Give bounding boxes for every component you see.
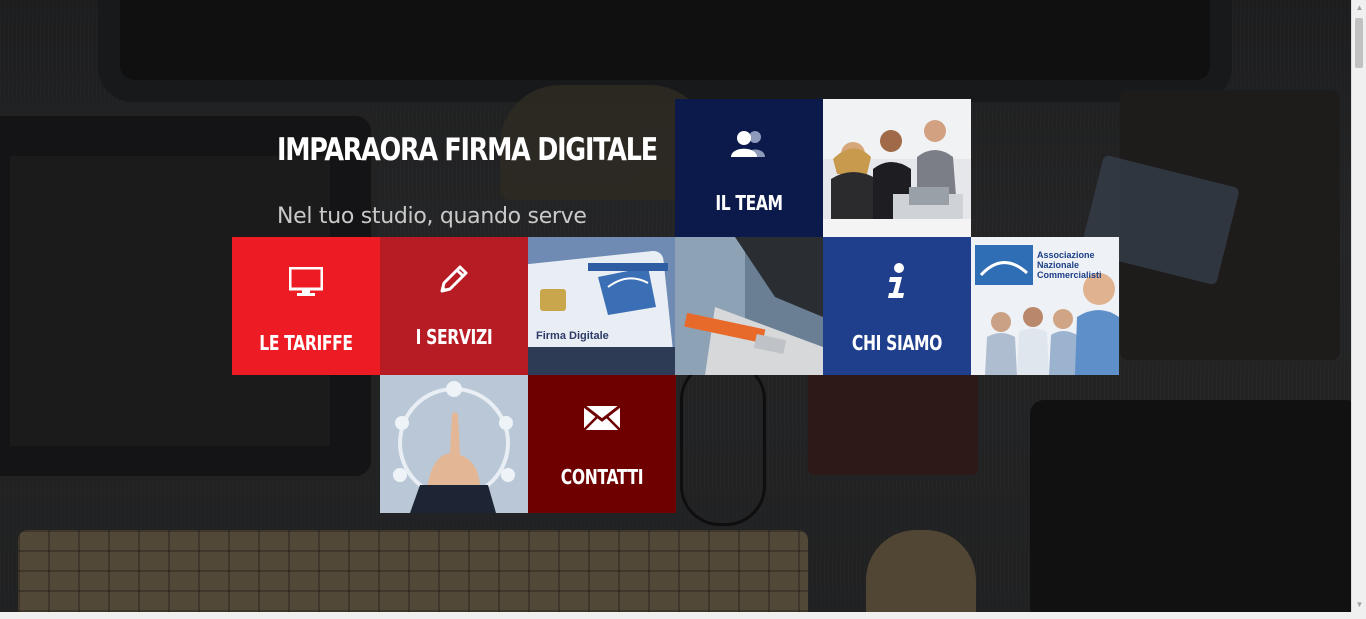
anc-association-photo: Associazione Nazionale Commercialisti <box>971 237 1119 375</box>
scroll-up-arrow-icon[interactable]: ▲ <box>1352 0 1366 15</box>
tile-le-tariffe[interactable]: LE TARIFFE <box>232 237 380 375</box>
vertical-scrollbar[interactable]: ▲ ▼ <box>1351 0 1366 612</box>
page-subtitle: Nel tuo studio, quando serve <box>277 204 587 229</box>
tile-le-tariffe-label: LE TARIFFE <box>259 331 353 355</box>
tile-contatti[interactable]: CONTATTI <box>528 375 676 513</box>
anc-association-title: Associazione Nazionale Commercialisti <box>1037 250 1102 280</box>
tile-i-servizi[interactable]: I SERVIZI <box>380 237 528 375</box>
tile-i-servizi-label: I SERVIZI <box>415 325 493 349</box>
tile-chi-siamo[interactable]: CHI SIAMO <box>823 237 971 375</box>
team-meeting-photo <box>823 99 971 237</box>
scrollbar-thumb[interactable] <box>1355 18 1363 68</box>
tile-il-team-label: IL TEAM <box>715 191 783 215</box>
horizontal-scrollbar[interactable] <box>0 612 1366 619</box>
page-title: IMPARAORA FIRMA DIGITALE <box>277 132 658 168</box>
card-firma-digitale-text: Firma Digitale <box>536 330 609 342</box>
monitor-icon <box>232 267 380 297</box>
tile-il-team[interactable]: IL TEAM <box>675 99 823 237</box>
pencil-icon <box>380 263 528 295</box>
info-icon <box>823 263 971 299</box>
tile-chi-siamo-label: CHI SIAMO <box>851 331 943 355</box>
digital-signature-card-photo: Firma Digitale <box>528 237 676 375</box>
tile-contatti-label: CONTATTI <box>560 465 644 489</box>
users-icon <box>675 129 823 159</box>
scroll-down-arrow-icon[interactable]: ▼ <box>1352 597 1366 612</box>
envelope-icon <box>528 405 676 431</box>
touchscreen-finger-photo <box>380 375 528 513</box>
laptop-usb-photo <box>675 237 823 375</box>
